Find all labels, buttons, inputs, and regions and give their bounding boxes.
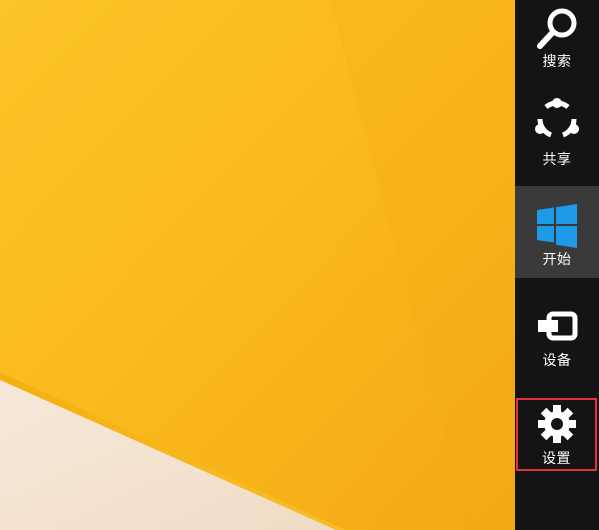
- charm-search-label: 搜索: [542, 54, 572, 70]
- charm-devices-label: 设备: [542, 353, 572, 369]
- charm-start-label: 开始: [542, 252, 572, 268]
- desktop-wallpaper: [0, 0, 515, 530]
- charm-settings-label: 设置: [542, 451, 571, 467]
- charms-bar: 搜索 共享 开始 设备 设置: [515, 0, 599, 530]
- charm-share[interactable]: 共享: [515, 96, 599, 186]
- charm-start[interactable]: 开始: [515, 186, 599, 278]
- charm-search[interactable]: 搜索: [515, 0, 599, 90]
- share-icon: [515, 96, 599, 144]
- charm-devices[interactable]: 设备: [515, 296, 599, 386]
- screen: 搜索 共享 开始 设备 设置: [0, 0, 599, 530]
- gear-icon: [518, 401, 595, 447]
- devices-icon: [515, 304, 599, 352]
- charm-share-label: 共享: [542, 152, 572, 168]
- search-icon: [515, 4, 599, 52]
- windows-logo-icon: [515, 202, 599, 250]
- charm-settings[interactable]: 设置: [516, 398, 597, 471]
